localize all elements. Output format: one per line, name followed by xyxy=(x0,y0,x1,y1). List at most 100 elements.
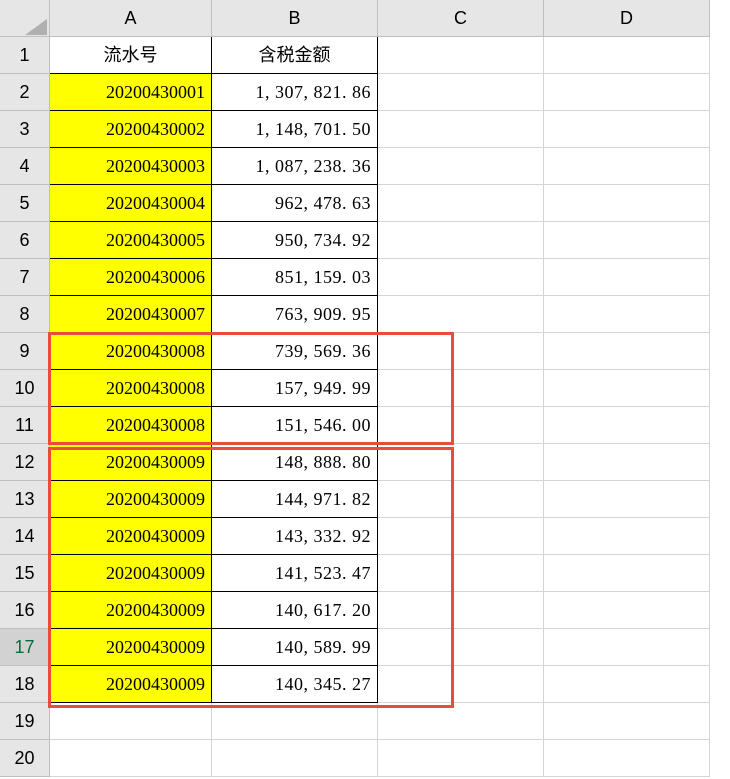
cell-D16[interactable] xyxy=(544,592,710,629)
row-header-13[interactable]: 13 xyxy=(0,481,50,518)
row-header-7[interactable]: 7 xyxy=(0,259,50,296)
cell-C3[interactable] xyxy=(378,111,544,148)
cell-D6[interactable] xyxy=(544,222,710,259)
cell-D7[interactable] xyxy=(544,259,710,296)
cell-B18[interactable]: 140, 345. 27 xyxy=(212,666,378,703)
row-header-12[interactable]: 12 xyxy=(0,444,50,481)
col-header-d[interactable]: D xyxy=(544,0,710,37)
cell-D1[interactable] xyxy=(544,37,710,74)
cell-C20[interactable] xyxy=(378,740,544,777)
row-header-2[interactable]: 2 xyxy=(0,74,50,111)
cell-B9[interactable]: 739, 569. 36 xyxy=(212,333,378,370)
col-header-a[interactable]: A xyxy=(50,0,212,37)
cell-C16[interactable] xyxy=(378,592,544,629)
cell-C10[interactable] xyxy=(378,370,544,407)
cell-A12[interactable]: 20200430009 xyxy=(50,444,212,481)
cell-C19[interactable] xyxy=(378,703,544,740)
cell-C11[interactable] xyxy=(378,407,544,444)
spreadsheet-grid[interactable]: A B C D 1 流水号 含税金额 2 20200430001 1, 307,… xyxy=(0,0,730,777)
cell-C18[interactable] xyxy=(378,666,544,703)
cell-C15[interactable] xyxy=(378,555,544,592)
cell-D17[interactable] xyxy=(544,629,710,666)
row-header-16[interactable]: 16 xyxy=(0,592,50,629)
row-header-5[interactable]: 5 xyxy=(0,185,50,222)
cell-D20[interactable] xyxy=(544,740,710,777)
cell-D13[interactable] xyxy=(544,481,710,518)
cell-B8[interactable]: 763, 909. 95 xyxy=(212,296,378,333)
cell-C4[interactable] xyxy=(378,148,544,185)
row-header-18[interactable]: 18 xyxy=(0,666,50,703)
cell-A8[interactable]: 20200430007 xyxy=(50,296,212,333)
cell-A5[interactable]: 20200430004 xyxy=(50,185,212,222)
cell-A10[interactable]: 20200430008 xyxy=(50,370,212,407)
cell-C17[interactable] xyxy=(378,629,544,666)
cell-B11[interactable]: 151, 546. 00 xyxy=(212,407,378,444)
row-header-10[interactable]: 10 xyxy=(0,370,50,407)
cell-A11[interactable]: 20200430008 xyxy=(50,407,212,444)
cell-C12[interactable] xyxy=(378,444,544,481)
row-header-14[interactable]: 14 xyxy=(0,518,50,555)
row-header-9[interactable]: 9 xyxy=(0,333,50,370)
row-header-19[interactable]: 19 xyxy=(0,703,50,740)
cell-D12[interactable] xyxy=(544,444,710,481)
cell-A16[interactable]: 20200430009 xyxy=(50,592,212,629)
cell-D8[interactable] xyxy=(544,296,710,333)
cell-B14[interactable]: 143, 332. 92 xyxy=(212,518,378,555)
cell-D14[interactable] xyxy=(544,518,710,555)
cell-D5[interactable] xyxy=(544,185,710,222)
cell-B12[interactable]: 148, 888. 80 xyxy=(212,444,378,481)
cell-C2[interactable] xyxy=(378,74,544,111)
cell-D9[interactable] xyxy=(544,333,710,370)
col-header-b[interactable]: B xyxy=(212,0,378,37)
cell-D2[interactable] xyxy=(544,74,710,111)
select-all-corner[interactable] xyxy=(0,0,50,37)
row-header-8[interactable]: 8 xyxy=(0,296,50,333)
cell-B3[interactable]: 1, 148, 701. 50 xyxy=(212,111,378,148)
cell-C8[interactable] xyxy=(378,296,544,333)
row-header-6[interactable]: 6 xyxy=(0,222,50,259)
cell-A1[interactable]: 流水号 xyxy=(50,37,212,74)
row-header-20[interactable]: 20 xyxy=(0,740,50,777)
cell-C6[interactable] xyxy=(378,222,544,259)
cell-B5[interactable]: 962, 478. 63 xyxy=(212,185,378,222)
cell-D15[interactable] xyxy=(544,555,710,592)
cell-A2[interactable]: 20200430001 xyxy=(50,74,212,111)
cell-C7[interactable] xyxy=(378,259,544,296)
row-header-17[interactable]: 17 xyxy=(0,629,50,666)
cell-C1[interactable] xyxy=(378,37,544,74)
cell-A4[interactable]: 20200430003 xyxy=(50,148,212,185)
cell-B10[interactable]: 157, 949. 99 xyxy=(212,370,378,407)
cell-A6[interactable]: 20200430005 xyxy=(50,222,212,259)
row-header-3[interactable]: 3 xyxy=(0,111,50,148)
cell-D10[interactable] xyxy=(544,370,710,407)
cell-B4[interactable]: 1, 087, 238. 36 xyxy=(212,148,378,185)
cell-B2[interactable]: 1, 307, 821. 86 xyxy=(212,74,378,111)
cell-B19[interactable] xyxy=(212,703,378,740)
row-header-11[interactable]: 11 xyxy=(0,407,50,444)
cell-A3[interactable]: 20200430002 xyxy=(50,111,212,148)
cell-B1[interactable]: 含税金额 xyxy=(212,37,378,74)
cell-A20[interactable] xyxy=(50,740,212,777)
row-header-15[interactable]: 15 xyxy=(0,555,50,592)
cell-D11[interactable] xyxy=(544,407,710,444)
cell-D18[interactable] xyxy=(544,666,710,703)
cell-A18[interactable]: 20200430009 xyxy=(50,666,212,703)
cell-A13[interactable]: 20200430009 xyxy=(50,481,212,518)
cell-D4[interactable] xyxy=(544,148,710,185)
cell-B13[interactable]: 144, 971. 82 xyxy=(212,481,378,518)
cell-B17[interactable]: 140, 589. 99 xyxy=(212,629,378,666)
cell-C5[interactable] xyxy=(378,185,544,222)
cell-D19[interactable] xyxy=(544,703,710,740)
cell-A9[interactable]: 20200430008 xyxy=(50,333,212,370)
cell-B20[interactable] xyxy=(212,740,378,777)
cell-A14[interactable]: 20200430009 xyxy=(50,518,212,555)
cell-B7[interactable]: 851, 159. 03 xyxy=(212,259,378,296)
row-header-4[interactable]: 4 xyxy=(0,148,50,185)
cell-D3[interactable] xyxy=(544,111,710,148)
cell-C13[interactable] xyxy=(378,481,544,518)
cell-A19[interactable] xyxy=(50,703,212,740)
cell-C9[interactable] xyxy=(378,333,544,370)
cell-A7[interactable]: 20200430006 xyxy=(50,259,212,296)
cell-B16[interactable]: 140, 617. 20 xyxy=(212,592,378,629)
cell-B6[interactable]: 950, 734. 92 xyxy=(212,222,378,259)
